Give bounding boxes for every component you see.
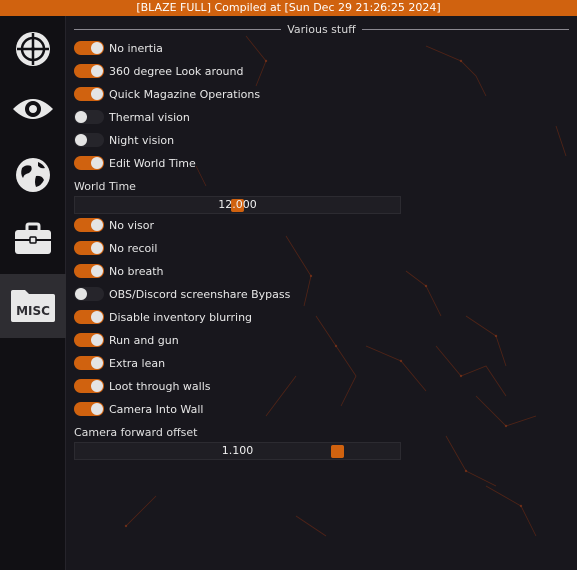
eye-icon <box>13 99 53 119</box>
toggle-label: No breath <box>109 264 164 278</box>
world-time-slider[interactable]: 12.000 <box>74 196 401 214</box>
crosshair-icon <box>16 32 50 66</box>
360-look-toggle[interactable] <box>74 64 104 78</box>
sidebar: MISC <box>0 16 66 570</box>
toggle-label: No inertia <box>109 41 163 55</box>
misc-label: MISC <box>16 304 50 318</box>
camera-offset-label: Camera forward offset <box>74 426 198 439</box>
toggle-knob <box>91 65 103 77</box>
briefcase-icon <box>15 222 51 254</box>
toggle-knob <box>91 334 103 346</box>
thermal-vision-toggle[interactable] <box>74 110 104 124</box>
toggle-knob <box>91 42 103 54</box>
toggle-knob <box>75 288 87 300</box>
main-panel: Various stuff No inertia 360 degree Look… <box>66 16 577 570</box>
toggle-knob <box>91 265 103 277</box>
toggle-row-inventory-blur[interactable]: Disable inventory blurring <box>74 308 252 326</box>
header-line-right <box>361 28 570 30</box>
toggle-label: Thermal vision <box>109 110 190 124</box>
inventory-blur-toggle[interactable] <box>74 310 104 324</box>
toggle-label: OBS/Discord screenshare Bypass <box>109 287 291 301</box>
toggle-knob <box>91 403 103 415</box>
toggle-label: Edit World Time <box>109 156 196 170</box>
night-vision-toggle[interactable] <box>74 133 104 147</box>
no-visor-toggle[interactable] <box>74 218 104 232</box>
tab-visuals[interactable] <box>0 78 66 140</box>
toggle-label: No recoil <box>109 241 158 255</box>
toggle-row-edit-world-time[interactable]: Edit World Time <box>74 154 196 172</box>
toggle-row-extra-lean[interactable]: Extra lean <box>74 354 165 372</box>
header-line-left <box>74 28 282 30</box>
toggle-row-screenshare-bypass[interactable]: OBS/Discord screenshare Bypass <box>74 285 290 303</box>
tab-inventory[interactable] <box>0 208 66 270</box>
toggle-row-no-breath[interactable]: No breath <box>74 262 164 280</box>
toggle-knob <box>91 311 103 323</box>
run-and-gun-toggle[interactable] <box>74 333 104 347</box>
title-bar: [BLAZE FULL] Compiled at [Sun Dec 29 21:… <box>0 0 577 16</box>
toggle-knob <box>91 219 103 231</box>
toggle-knob <box>91 380 103 392</box>
globe-icon <box>16 158 50 192</box>
no-recoil-toggle[interactable] <box>74 241 104 255</box>
toggle-label: Night vision <box>109 133 175 147</box>
toggle-knob <box>91 242 103 254</box>
no-inertia-toggle[interactable] <box>74 41 104 55</box>
world-time-label: World Time <box>74 180 136 193</box>
tab-world[interactable] <box>0 144 66 206</box>
toggle-row-no-visor[interactable]: No visor <box>74 216 154 234</box>
toggle-row-loot-through-walls[interactable]: Loot through walls <box>74 377 211 395</box>
folder-icon: MISC <box>11 290 55 322</box>
toggle-row-run-and-gun[interactable]: Run and gun <box>74 331 179 349</box>
edit-world-time-toggle[interactable] <box>74 156 104 170</box>
slider-value: 12.000 <box>218 198 257 211</box>
toggle-knob <box>75 111 87 123</box>
section-title: Various stuff <box>287 22 356 36</box>
loot-through-walls-toggle[interactable] <box>74 379 104 393</box>
toggle-label: Disable inventory blurring <box>109 310 253 324</box>
toggle-label: Run and gun <box>109 333 179 347</box>
section-header: Various stuff <box>74 22 570 36</box>
toggle-row-night-vision[interactable]: Night vision <box>74 131 174 149</box>
toggle-label: Loot through walls <box>109 379 211 393</box>
quick-mag-toggle[interactable] <box>74 87 104 101</box>
camera-into-wall-toggle[interactable] <box>74 402 104 416</box>
toggle-row-quick-mag[interactable]: Quick Magazine Operations <box>74 85 260 103</box>
toggle-row-360-look[interactable]: 360 degree Look around <box>74 62 243 80</box>
no-breath-toggle[interactable] <box>74 264 104 278</box>
toggle-row-no-recoil[interactable]: No recoil <box>74 239 157 257</box>
tab-aimbot[interactable] <box>0 18 66 80</box>
extra-lean-toggle[interactable] <box>74 356 104 370</box>
toggle-label: 360 degree Look around <box>109 64 244 78</box>
screenshare-bypass-toggle[interactable] <box>74 287 104 301</box>
toggle-label: Extra lean <box>109 356 166 370</box>
toggle-row-no-inertia[interactable]: No inertia <box>74 39 163 57</box>
camera-offset-slider[interactable]: 1.100 <box>74 442 401 460</box>
toggle-knob <box>75 134 87 146</box>
toggle-label: Quick Magazine Operations <box>109 87 261 101</box>
toggle-label: Camera Into Wall <box>109 402 204 416</box>
toggle-knob <box>91 88 103 100</box>
slider-value: 1.100 <box>221 444 254 457</box>
toggle-row-camera-into-wall[interactable]: Camera Into Wall <box>74 400 203 418</box>
tab-misc[interactable]: MISC <box>0 274 66 338</box>
toggle-knob <box>91 357 103 369</box>
toggle-knob <box>91 157 103 169</box>
toggle-row-thermal[interactable]: Thermal vision <box>74 108 190 126</box>
toggle-label: No visor <box>109 218 155 232</box>
title-text: [BLAZE FULL] Compiled at [Sun Dec 29 21:… <box>136 1 441 14</box>
